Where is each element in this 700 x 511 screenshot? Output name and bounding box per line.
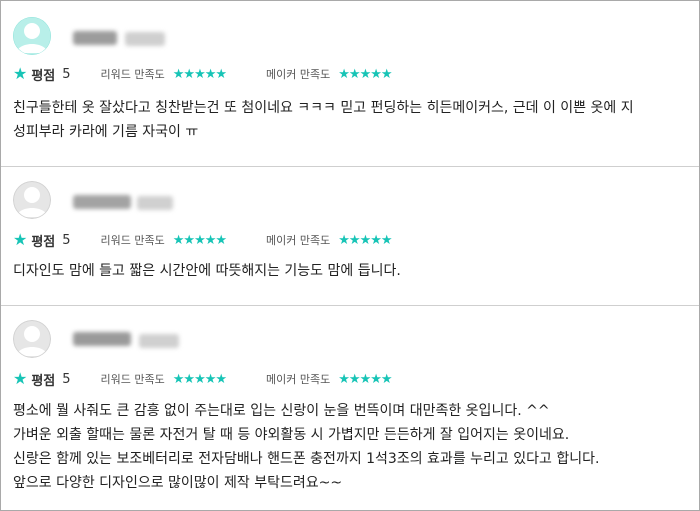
blurred-username xyxy=(73,195,131,209)
review-line: 앞으로 다양한 디자인으로 많이많이 제작 부탁드려요~~ xyxy=(13,475,343,491)
star-icon: ★ xyxy=(13,369,28,388)
review-item: ★ 평점 5 리워드 만족도 ★★★★★ 메이커 만족도 ★★★★★ 평소에 뭘… xyxy=(1,306,699,511)
reward-satisfaction-label: 리워드 만족도 xyxy=(100,68,165,81)
reward-stars-icon: ★★★★★ xyxy=(172,232,227,248)
maker-stars-icon: ★★★★★ xyxy=(338,371,392,387)
score-label: 평점 xyxy=(31,68,56,84)
review-line: 성피부라 카라에 기름 자국이 ㅠ xyxy=(13,124,199,140)
reward-satisfaction-label: 리워드 만족도 xyxy=(100,234,165,247)
score-value: 5 xyxy=(62,66,71,82)
reward-satisfaction-label: 리워드 만족도 xyxy=(100,373,165,386)
review-text: 평소에 뭘 사줘도 큰 감흥 없이 주는대로 입는 신랑이 눈을 번뜩이며 대만… xyxy=(13,399,693,495)
blurred-username xyxy=(73,332,131,346)
blurred-date xyxy=(139,334,179,348)
review-line: 평소에 뭘 사줘도 큰 감흥 없이 주는대로 입는 신랑이 눈을 번뜩이며 대만… xyxy=(13,403,550,419)
reward-stars-icon: ★★★★★ xyxy=(172,66,227,82)
review-line: 친구들한테 옷 잘샀다고 칭찬받는건 또 첨이네요 ㅋㅋㅋ 믿고 펀딩하는 히든… xyxy=(13,100,634,116)
maker-satisfaction-label: 메이커 만족도 xyxy=(266,68,331,81)
blurred-date xyxy=(125,32,165,46)
rating-row: ★ 평점 5 리워드 만족도 ★★★★★ 메이커 만족도 ★★★★★ xyxy=(13,64,393,84)
user-avatar-icon xyxy=(13,320,51,358)
score-value: 5 xyxy=(62,371,71,387)
review-item: ★ 평점 5 리워드 만족도 ★★★★★ 메이커 만족도 ★★★★★ 친구들한테… xyxy=(1,1,699,166)
rating-row: ★ 평점 5 리워드 만족도 ★★★★★ 메이커 만족도 ★★★★★ xyxy=(13,230,393,250)
blurred-date xyxy=(137,196,173,210)
review-list: ★ 평점 5 리워드 만족도 ★★★★★ 메이커 만족도 ★★★★★ 친구들한테… xyxy=(0,0,700,511)
review-line: 신랑은 함께 있는 보조베터리로 전자담배나 핸드폰 충전까지 1석3조의 효과… xyxy=(13,451,600,467)
score-label: 평점 xyxy=(31,373,56,389)
star-icon: ★ xyxy=(13,64,28,83)
user-avatar-icon xyxy=(13,17,51,55)
blurred-username xyxy=(73,31,117,45)
maker-stars-icon: ★★★★★ xyxy=(338,66,392,82)
maker-satisfaction-label: 메이커 만족도 xyxy=(266,373,331,386)
review-text: 친구들한테 옷 잘샀다고 칭찬받는건 또 첨이네요 ㅋㅋㅋ 믿고 펀딩하는 히든… xyxy=(13,96,693,144)
reward-stars-icon: ★★★★★ xyxy=(172,371,227,387)
score-label: 평점 xyxy=(31,234,56,250)
rating-row: ★ 평점 5 리워드 만족도 ★★★★★ 메이커 만족도 ★★★★★ xyxy=(13,369,393,389)
star-icon: ★ xyxy=(13,230,28,249)
maker-satisfaction-label: 메이커 만족도 xyxy=(266,234,331,247)
score-value: 5 xyxy=(62,232,71,248)
maker-stars-icon: ★★★★★ xyxy=(338,232,392,248)
user-avatar-icon xyxy=(13,181,51,219)
review-text: 디자인도 맘에 들고 짧은 시간안에 따뜻해지는 기능도 맘에 듭니다. xyxy=(13,259,693,283)
review-line: 가벼운 외출 할때는 물론 자전거 탈 때 등 야외활동 시 가볍지만 든든하게… xyxy=(13,427,570,443)
review-item: ★ 평점 5 리워드 만족도 ★★★★★ 메이커 만족도 ★★★★★ 디자인도 … xyxy=(1,167,699,305)
review-line: 디자인도 맘에 들고 짧은 시간안에 따뜻해지는 기능도 맘에 듭니다. xyxy=(13,263,401,279)
